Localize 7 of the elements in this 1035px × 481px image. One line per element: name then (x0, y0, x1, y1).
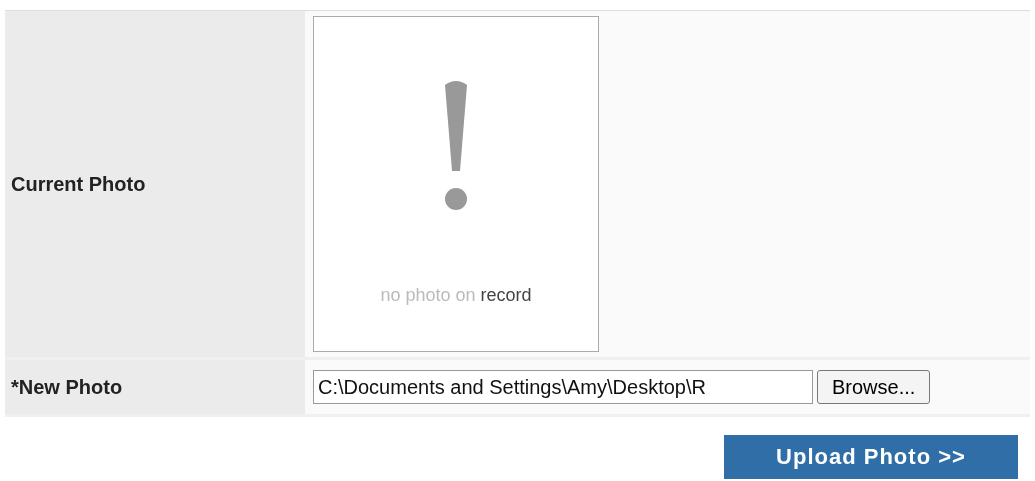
exclamation-icon (443, 79, 469, 211)
browse-button[interactable]: Browse... (817, 370, 931, 404)
field-label: *New Photo (11, 375, 123, 399)
file-path-field[interactable]: C:\Documents and Settings\Amy\Desktop\R (313, 370, 813, 404)
upload-button[interactable]: Upload Photo >> (724, 435, 1018, 479)
field-label: Current Photo (11, 172, 146, 196)
photo-caption: no photo on record (380, 285, 532, 306)
